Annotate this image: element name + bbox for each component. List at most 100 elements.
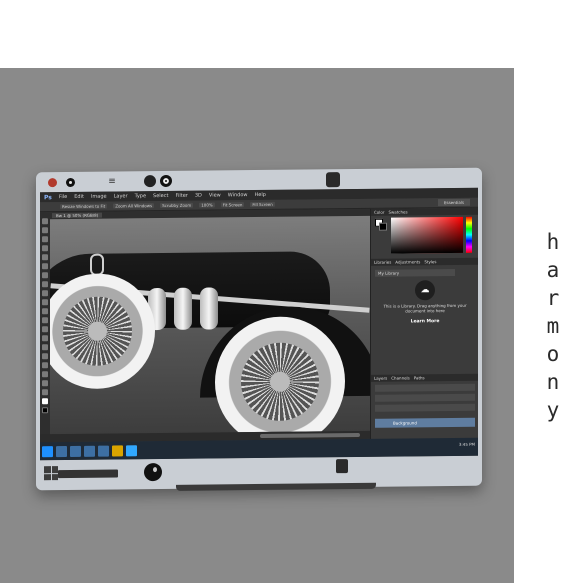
option-100-percent[interactable]: 100% bbox=[199, 202, 215, 208]
stamp-tool-icon[interactable] bbox=[42, 290, 48, 297]
taskbar-app-1-icon[interactable] bbox=[56, 445, 67, 457]
photoshop-logo: Ps bbox=[44, 193, 52, 201]
record-dot-icon[interactable] bbox=[48, 178, 57, 188]
menu-image[interactable]: Image bbox=[91, 194, 107, 200]
eraser-tool-icon[interactable] bbox=[42, 308, 48, 315]
tab-layers[interactable]: Layers bbox=[374, 376, 387, 381]
move-tool-icon[interactable] bbox=[42, 218, 48, 225]
photoshop-taskbar-icon[interactable] bbox=[126, 444, 137, 456]
menu-type[interactable]: Type bbox=[135, 193, 146, 199]
tablet-device: ≡ Ps File Edit Image Layer Type Select F… bbox=[36, 167, 482, 491]
path-select-icon[interactable] bbox=[42, 362, 48, 369]
taskbar-app-4-icon[interactable] bbox=[98, 445, 109, 457]
option-resize-windows[interactable]: Resize Windows to Fit bbox=[60, 203, 108, 210]
pen-tool-icon[interactable] bbox=[42, 344, 48, 351]
car-lamp bbox=[90, 253, 104, 276]
screen: Ps File Edit Image Layer Type Select Fil… bbox=[40, 187, 478, 461]
option-zoom-all[interactable]: Zoom All Windows bbox=[113, 203, 155, 209]
history-brush-icon[interactable] bbox=[42, 299, 48, 306]
tab-color[interactable]: Color bbox=[374, 210, 384, 215]
blur-tool-icon[interactable] bbox=[42, 326, 48, 333]
toolbox bbox=[40, 212, 50, 445]
menu-edit[interactable]: Edit bbox=[74, 194, 84, 200]
library-message: This is a Library. Drag anything from yo… bbox=[383, 302, 467, 314]
speaker-slot bbox=[58, 469, 118, 479]
document-canvas[interactable] bbox=[50, 215, 370, 435]
button-dark-2[interactable] bbox=[160, 174, 172, 188]
healing-tool-icon[interactable] bbox=[42, 272, 48, 279]
menu-select[interactable]: Select bbox=[153, 193, 168, 199]
document-tab[interactable]: Bw 1 @ 50% (RGB/8) bbox=[52, 212, 103, 219]
harmony-letter: o bbox=[546, 342, 560, 366]
layer-background[interactable]: Background bbox=[375, 417, 475, 428]
option-fit-screen[interactable]: Fit Screen bbox=[220, 202, 245, 208]
harmony-letter: y bbox=[546, 398, 560, 422]
background-swatch[interactable] bbox=[379, 222, 387, 231]
tab-paths[interactable]: Paths bbox=[414, 375, 425, 380]
layers-panel-header: Layers Channels Paths bbox=[371, 373, 478, 382]
layer-filter-row[interactable] bbox=[375, 383, 475, 392]
dodge-tool-icon[interactable] bbox=[42, 335, 48, 342]
hue-slider[interactable] bbox=[466, 216, 472, 253]
start-icon[interactable] bbox=[42, 445, 53, 457]
quick-select-tool-icon[interactable] bbox=[42, 245, 48, 252]
option-scrubby-zoom[interactable]: Scrubby Zoom bbox=[160, 202, 194, 209]
windows-logo-icon[interactable] bbox=[44, 466, 58, 481]
eyedropper-tool-icon[interactable] bbox=[42, 263, 48, 270]
dial-knob[interactable] bbox=[144, 463, 162, 482]
background-color-icon[interactable] bbox=[42, 407, 48, 414]
crop-tool-icon[interactable] bbox=[42, 254, 48, 261]
harmony-letter: m bbox=[546, 314, 560, 338]
creative-cloud-icon: ☁ bbox=[415, 280, 435, 301]
button-dark-1[interactable] bbox=[144, 175, 156, 188]
color-field[interactable] bbox=[391, 216, 463, 254]
shape-tool-icon[interactable] bbox=[42, 371, 48, 378]
menu-layer[interactable]: Layer bbox=[114, 193, 128, 199]
menu-window[interactable]: Window bbox=[228, 192, 248, 198]
folder-icon[interactable] bbox=[112, 444, 123, 457]
hamburger-menu-icon[interactable]: ≡ bbox=[106, 176, 118, 187]
option-fill-screen[interactable]: Fill Screen bbox=[250, 201, 275, 208]
tab-styles[interactable]: Styles bbox=[424, 259, 436, 264]
contrast-icon[interactable] bbox=[66, 177, 75, 188]
brush-tool-icon[interactable] bbox=[42, 281, 48, 288]
bottom-knob[interactable] bbox=[336, 459, 348, 474]
tab-libraries[interactable]: Libraries bbox=[374, 260, 391, 265]
learn-more-link[interactable]: Learn More bbox=[401, 319, 449, 325]
lock-row[interactable] bbox=[375, 403, 475, 412]
taskbar-app-2-icon[interactable] bbox=[70, 445, 81, 457]
front-wheel bbox=[50, 273, 155, 390]
library-dropdown[interactable]: My Library bbox=[375, 268, 455, 277]
harmony-letter: n bbox=[546, 370, 560, 394]
workspace-switcher[interactable]: Essentials bbox=[437, 198, 470, 207]
front-wheel-hub bbox=[88, 321, 107, 341]
right-panel: Color Swatches Libraries Adjustments Sty… bbox=[370, 207, 478, 441]
tab-swatches[interactable]: Swatches bbox=[388, 209, 407, 214]
gradient-tool-icon[interactable] bbox=[42, 317, 48, 324]
foreground-color-icon[interactable] bbox=[42, 398, 48, 405]
chrome-horn-3 bbox=[200, 287, 218, 330]
menu-filter[interactable]: Filter bbox=[175, 193, 187, 199]
blend-mode-row[interactable] bbox=[375, 393, 475, 402]
chrome-horn-2 bbox=[174, 287, 192, 330]
lasso-tool-icon[interactable] bbox=[42, 236, 48, 243]
harmony-letter: h bbox=[546, 230, 560, 254]
menu-file[interactable]: File bbox=[59, 194, 67, 200]
hand-tool-icon[interactable] bbox=[42, 380, 48, 387]
menu-view[interactable]: View bbox=[209, 192, 221, 198]
harmony-letter: r bbox=[546, 286, 560, 310]
harmony-vertical-text: h a r m o n y bbox=[538, 230, 568, 422]
top-knob[interactable] bbox=[326, 172, 340, 188]
libraries-panel-header: Libraries Adjustments Styles bbox=[371, 257, 478, 266]
color-panel-header: Color Swatches bbox=[371, 207, 478, 216]
harmony-letter: a bbox=[546, 258, 560, 282]
menu-help[interactable]: Help bbox=[255, 192, 266, 198]
stage: ≡ Ps File Edit Image Layer Type Select F… bbox=[0, 0, 587, 583]
taskbar-app-3-icon[interactable] bbox=[84, 445, 95, 457]
marquee-tool-icon[interactable] bbox=[42, 227, 48, 234]
type-tool-icon[interactable] bbox=[42, 353, 48, 360]
tab-adjustments[interactable]: Adjustments bbox=[395, 259, 420, 264]
tab-channels[interactable]: Channels bbox=[391, 375, 410, 380]
zoom-tool-icon[interactable] bbox=[42, 389, 48, 396]
menu-3d[interactable]: 3D bbox=[195, 193, 202, 199]
